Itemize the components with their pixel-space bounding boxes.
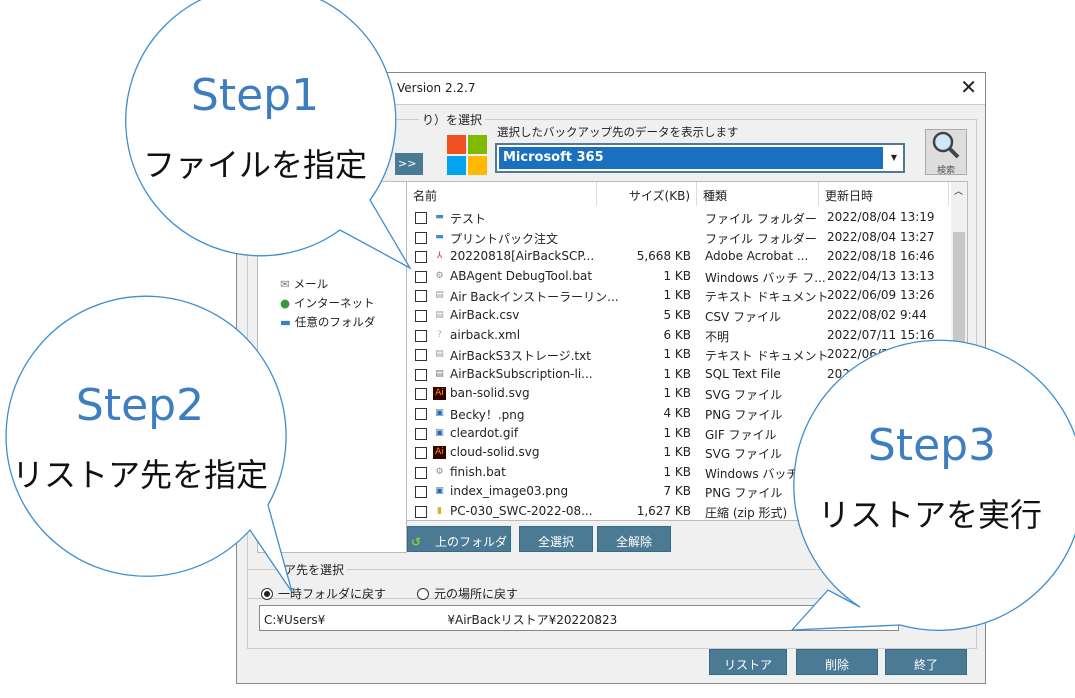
callout-step2-title: Step2: [75, 380, 205, 431]
callout-step1-title: Step1: [190, 70, 320, 121]
callout-step1-text: ファイルを指定: [142, 146, 367, 184]
callout-bubble-step3: [790, 339, 1075, 631]
callout-step3-title: Step3: [867, 420, 997, 471]
callout-bubble-step1: [125, 0, 412, 270]
callout-bubble-step2: [5, 295, 293, 593]
callout-step2-text: リストア先を指定: [11, 456, 268, 494]
callout-step3-text: リストアを実行: [817, 496, 1042, 534]
